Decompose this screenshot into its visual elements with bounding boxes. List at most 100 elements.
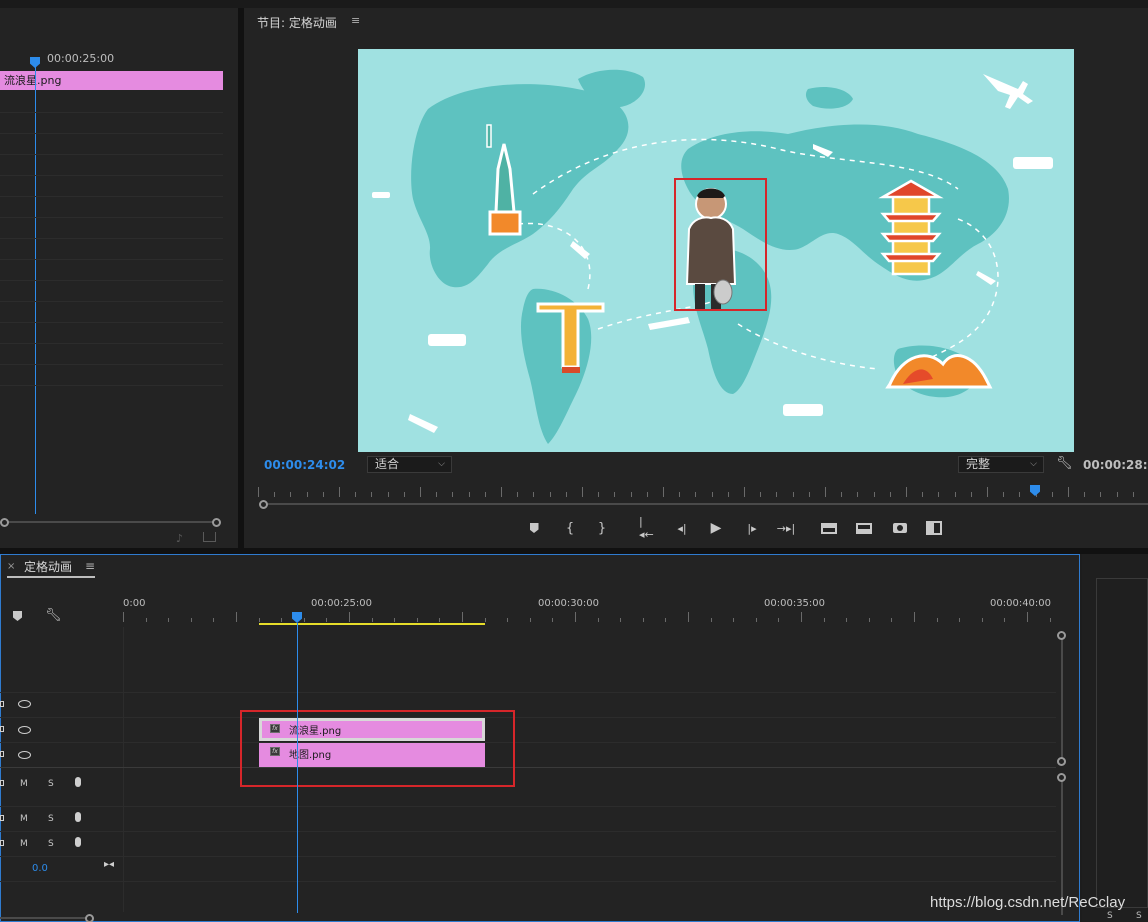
source-track-line [0,196,223,197]
ruler-tick [213,618,215,622]
mark-out-button[interactable]: } [593,520,611,536]
program-time-ruler[interactable] [258,487,1148,499]
ruler-tick [663,487,664,497]
microphone-icon[interactable] [75,812,81,822]
wrench-icon[interactable]: 🔧︎ [1056,456,1073,471]
hamburger-icon[interactable]: ≡ [351,14,360,27]
go-to-in-button[interactable]: |◂← [639,515,657,541]
solo-button[interactable]: S [48,839,54,849]
right-panel-label-s1: S [1107,911,1113,921]
ruler-tick [403,492,405,497]
ruler-tick [646,492,648,497]
eye-icon[interactable] [18,700,31,708]
mute-button[interactable]: M [20,814,28,824]
go-to-out-button[interactable]: →▸| [777,520,795,536]
ruler-tick [281,618,283,622]
work-area-bar[interactable] [259,623,485,625]
track-line [0,806,1056,807]
source-scroll-track[interactable] [6,521,216,523]
ruler-tick [462,612,463,622]
export-frame-button[interactable] [891,520,909,536]
program-scroll-start-handle[interactable] [259,500,268,509]
camera-icon [893,523,907,533]
step-back-icon: ◂| [677,521,687,535]
ruler-tick [394,618,396,622]
timeline-hscroll-handle[interactable] [85,914,94,922]
extract-button[interactable] [855,520,873,536]
compare-view-button[interactable] [925,520,943,536]
fit-select[interactable]: 适合 ⌵ [367,456,452,473]
step-forward-button[interactable]: |▸ [743,520,761,536]
timeline-tab-close-icon[interactable]: × [7,561,15,572]
ruler-tick [727,492,729,497]
timeline-hscroll-track[interactable] [0,917,90,919]
track-header-divider [123,627,124,912]
quality-select[interactable]: 完整 ⌵ [958,456,1044,473]
track-lock-icon[interactable] [0,751,4,757]
track-lock-icon[interactable] [0,701,4,707]
timeline-tab-title[interactable]: 定格动画 [24,558,72,575]
solo-button[interactable]: S [48,814,54,824]
ruler-tick [642,618,644,622]
share-icon[interactable] [203,532,216,542]
ruler-tick [371,492,373,497]
source-scroll-start-handle[interactable] [0,518,9,527]
compare-icon [926,521,942,535]
source-scroll-end-handle[interactable] [212,518,221,527]
source-track-line [0,133,223,134]
source-track-line [0,322,223,323]
track-lock-icon[interactable] [0,840,4,846]
ruler-tick [801,612,802,622]
track-lock-icon[interactable] [0,780,4,786]
track-lock-icon[interactable] [0,815,4,821]
ruler-tick [889,492,891,497]
master-volume-value[interactable]: 0.0 [32,863,48,874]
quality-select-value: 完整 [966,457,991,471]
program-current-time[interactable]: 00:00:24:02 [264,458,345,472]
extract-icon [856,522,872,534]
eye-icon[interactable] [18,726,31,734]
go-to-out-icon: →▸| [776,521,796,535]
lift-icon [821,522,837,534]
audio-waveform-icon[interactable]: ♪ [176,532,183,545]
step-back-button[interactable]: ◂| [673,520,691,536]
eye-icon[interactable] [18,751,31,759]
microphone-icon[interactable] [75,837,81,847]
source-clip[interactable]: 流浪星.png [0,71,223,90]
mark-in-button[interactable]: { [561,520,579,536]
microphone-icon[interactable] [75,777,81,787]
timeline-settings-wrench-icon[interactable]: 🔧︎ [45,608,62,623]
ruler-tick [339,487,340,497]
mute-button[interactable]: M [20,779,28,789]
timeline-vscroll-audio-handle[interactable] [1057,773,1066,782]
ruler-tick [1003,492,1005,497]
play-button[interactable]: ▶ [707,520,725,536]
ruler-tick [922,492,924,497]
timeline-playhead-line [297,623,298,913]
program-monitor-title: 节目: 定格动画 [257,16,337,30]
track-lock-icon[interactable] [0,726,4,732]
source-track-line [0,217,223,218]
program-scroll-track[interactable] [268,503,1148,505]
ruler-tick [679,492,681,497]
timeline-tab-underline [7,576,95,578]
source-track-line [0,259,223,260]
ruler-tick [517,492,519,497]
solo-button[interactable]: S [48,779,54,789]
go-to-end-icon[interactable]: ▸◂ [104,859,114,870]
ruler-tick [598,492,600,497]
ruler-tick [190,618,192,622]
lift-button[interactable] [820,520,838,536]
mute-button[interactable]: M [20,839,28,849]
timeline-vscroll-handle-bottom[interactable] [1057,757,1066,766]
timeline-menu-icon[interactable]: ≡ [85,559,95,573]
timeline-vscroll-track-video[interactable] [1061,638,1063,760]
ruler-tick [303,618,305,622]
timeline-vscroll-handle-top[interactable] [1057,631,1066,640]
ruler-tick [387,492,389,497]
ruler-tick [959,618,961,622]
ruler-tick [355,492,357,497]
ruler-label-1: 00:00:25:00 [311,598,373,609]
fit-select-value: 适合 [375,457,400,471]
add-marker-button[interactable] [525,520,543,536]
